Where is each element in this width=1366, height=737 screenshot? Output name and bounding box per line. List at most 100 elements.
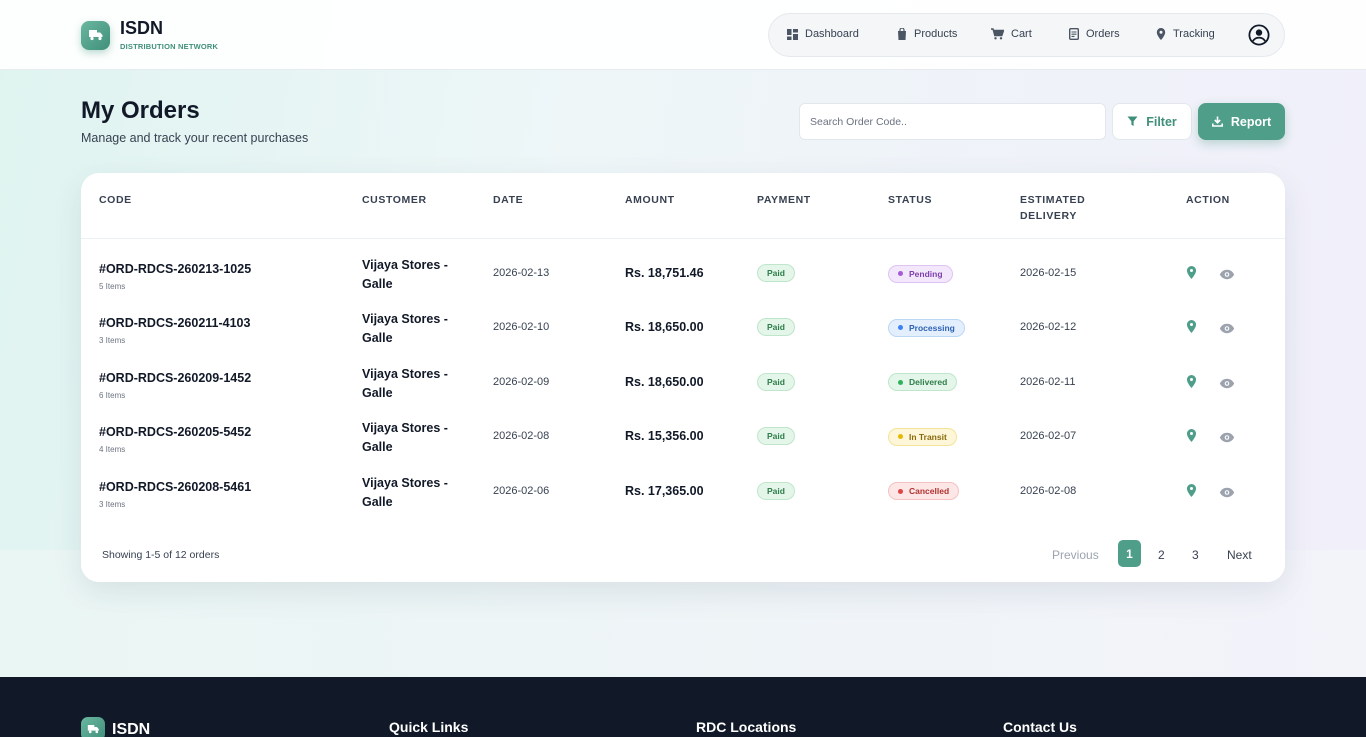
table-row[interactable]: #ORD-RDCS-260211-4103 3 Items Vijaya Store…: [81, 300, 1285, 354]
status-cell: Delivered: [888, 372, 958, 392]
table-footer: Showing 1-5 of 12 orders Previous 1 2 3 …: [81, 527, 1285, 582]
column-header-estimated-delivery: ESTIMATED DELIVERY: [1020, 194, 1086, 222]
status-dot-icon: [898, 379, 903, 385]
order-amount: Rs. 17,365.00: [625, 483, 704, 498]
nav-label: Products: [914, 28, 958, 40]
column-header-customer: CUSTOMER: [362, 194, 427, 206]
status-badge: Processing: [888, 318, 965, 337]
page-subtitle: Manage and track your recent purchases: [81, 131, 309, 145]
order-item-count: 6 Items: [99, 390, 126, 400]
nav-item-products[interactable]: Products: [897, 28, 957, 40]
pagination-page-3[interactable]: 3: [1192, 548, 1199, 562]
payment-cell: Paid: [757, 426, 795, 446]
pagination-page-1[interactable]: 1: [1118, 540, 1141, 567]
map-pin-icon: [1156, 28, 1166, 40]
order-code-cell: #ORD-RDCS-260208-5461 3 Items: [99, 478, 251, 509]
estimated-delivery-date: 2026-02-11: [1020, 375, 1076, 388]
status-dot-icon: [898, 488, 903, 494]
report-label: Report: [1230, 114, 1272, 129]
nav-label: Cart: [1011, 28, 1032, 40]
order-code-cell: #ORD-RDCS-260211-4103 3 Items: [99, 314, 250, 345]
brand[interactable]: ISDN DISTRIBUTION NETWORK: [81, 19, 218, 51]
grid-icon: [787, 28, 798, 40]
page-title: My Orders: [81, 97, 200, 124]
order-code: #ORD-RDCS-260205-5452: [99, 425, 252, 440]
payment-cell: Paid: [757, 263, 795, 282]
track-order-map-pin-icon[interactable]: [1186, 429, 1197, 447]
filter-button[interactable]: Filter: [1112, 103, 1192, 140]
track-order-map-pin-icon[interactable]: [1186, 320, 1197, 338]
table-row[interactable]: #ORD-RDCS-260208-5461 3 Items Vijaya Store…: [81, 464, 1285, 518]
bag-icon: [898, 28, 906, 40]
status-label: Pending: [909, 268, 943, 279]
pagination-next[interactable]: Next: [1227, 548, 1252, 562]
column-header-amount: AMOUNT: [625, 194, 675, 206]
order-date: 2026-02-10: [493, 321, 550, 334]
order-item-count: 3 Items: [99, 336, 126, 346]
cart-icon: [991, 28, 1004, 40]
download-icon: [1211, 116, 1223, 127]
status-cell: Cancelled: [888, 481, 960, 501]
column-header-date: DATE: [493, 194, 524, 206]
estimated-delivery-date: 2026-02-08: [1020, 484, 1077, 497]
brand-name: ISDN: [120, 18, 164, 38]
order-date: 2026-02-06: [493, 484, 550, 497]
report-button[interactable]: Report: [1198, 103, 1285, 140]
status-badge: Pending: [888, 264, 953, 283]
order-code: #ORD-RDCS-260209-1452: [99, 370, 252, 385]
customer-name: Vijaya Stores - Galle: [362, 366, 448, 400]
pagination-previous[interactable]: Previous: [1052, 548, 1099, 562]
order-item-count: 5 Items: [99, 282, 126, 291]
nav-item-dashboard[interactable]: Dashboard: [787, 28, 859, 40]
view-order-eye-icon[interactable]: [1219, 430, 1235, 448]
site-footer: ISDN Quick Links RDC Locations Contact U…: [0, 677, 1366, 737]
order-item-count: 3 Items: [99, 499, 126, 509]
order-code: #ORD-RDCS-260211-4103: [99, 316, 251, 331]
user-avatar-icon[interactable]: [1248, 24, 1270, 51]
track-order-map-pin-icon[interactable]: [1186, 483, 1197, 502]
view-order-eye-icon[interactable]: [1219, 376, 1235, 394]
search-order-input[interactable]: [799, 103, 1106, 140]
order-amount: Rs. 18,751.46: [625, 266, 704, 280]
nav-item-orders[interactable]: Orders: [1069, 28, 1120, 40]
track-order-map-pin-icon[interactable]: [1186, 266, 1197, 284]
nav-item-tracking[interactable]: Tracking: [1156, 28, 1215, 40]
order-amount: Rs. 15,356.00: [625, 429, 704, 444]
order-item-count: 4 Items: [99, 445, 126, 455]
payment-cell: Paid: [757, 372, 795, 391]
status-label: Processing: [909, 322, 955, 333]
track-order-map-pin-icon[interactable]: [1186, 374, 1197, 393]
showing-count: Showing 1-5 of 12 orders: [102, 549, 220, 561]
order-code-cell: #ORD-RDCS-260209-1452 6 Items: [99, 369, 251, 400]
order-date: 2026-02-08: [493, 430, 550, 443]
order-date: 2026-02-13: [493, 267, 550, 279]
estimated-delivery-date: 2026-02-07: [1020, 430, 1077, 443]
footer-heading-quick-links: Quick Links: [389, 719, 469, 735]
orders-table-card: CODE CUSTOMER DATE AMOUNT PAYMENT STATUS…: [81, 173, 1285, 582]
status-label: In Transit: [909, 431, 947, 442]
view-order-eye-icon[interactable]: [1219, 267, 1235, 285]
status-label: Delivered: [909, 377, 948, 388]
order-amount: Rs. 18,650.00: [625, 320, 704, 335]
table-row[interactable]: #ORD-RDCS-260205-5452 4 Items Vijaya Store…: [81, 409, 1285, 463]
table-row[interactable]: #ORD-RDCS-260213-1025 5 Items Vijaya Store…: [81, 246, 1285, 300]
status-cell: Processing: [888, 317, 965, 337]
payment-badge: Paid: [757, 481, 795, 500]
view-order-eye-icon[interactable]: [1219, 485, 1235, 503]
order-code: #ORD-RDCS-260213-1025: [99, 262, 252, 276]
status-dot-icon: [898, 325, 903, 331]
status-dot-icon: [898, 271, 903, 276]
status-label: Cancelled: [909, 486, 950, 497]
filter-label: Filter: [1146, 114, 1177, 129]
top-header: ISDN DISTRIBUTION NETWORK Dashboard Prod…: [0, 0, 1366, 70]
estimated-delivery-date: 2026-02-15: [1020, 267, 1077, 279]
pagination-page-2[interactable]: 2: [1158, 548, 1165, 562]
table-row[interactable]: #ORD-RDCS-260209-1452 6 Items Vijaya Store…: [81, 355, 1285, 409]
view-order-eye-icon[interactable]: [1219, 321, 1235, 339]
nav-item-cart[interactable]: Cart: [991, 28, 1032, 40]
status-badge: Cancelled: [888, 482, 960, 501]
estimated-delivery-date: 2026-02-12: [1020, 321, 1077, 334]
nav-label: Dashboard: [805, 28, 859, 40]
order-code-cell: #ORD-RDCS-260213-1025 5 Items: [99, 260, 251, 291]
nav-label: Orders: [1086, 28, 1120, 40]
